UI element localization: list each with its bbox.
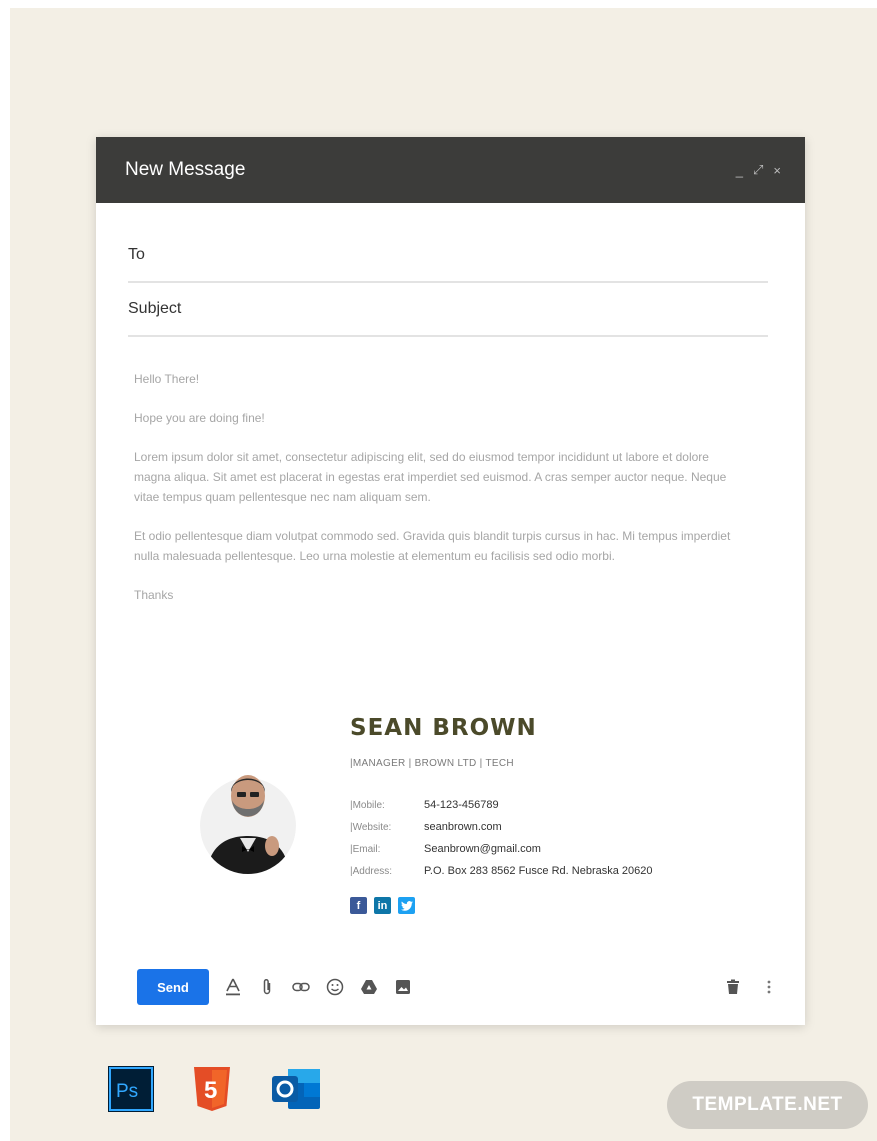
signature-role: |MANAGER | BROWN LTD | TECH (350, 758, 514, 769)
contact-value: P.O. Box 283 8562 Fusce Rd. Nebraska 206… (424, 865, 653, 877)
contact-value-link[interactable]: seanbrown.com (424, 821, 502, 833)
send-button[interactable]: Send (137, 969, 209, 1005)
toolbar-right (723, 977, 779, 997)
contact-value: 54-123-456789 (424, 799, 499, 811)
emoji-icon[interactable] (325, 977, 345, 997)
avatar (200, 762, 296, 874)
message-body[interactable]: Hello There! Hope you are doing fine! Lo… (134, 369, 744, 624)
contact-row-mobile: |Mobile: 54-123-456789 (350, 794, 653, 816)
photoshop-icon: Ps (108, 1066, 154, 1112)
to-label: To (128, 246, 145, 263)
subject-input[interactable] (208, 294, 768, 324)
subject-field: Subject (128, 283, 768, 337)
twitter-bird-icon (400, 900, 413, 911)
avatar-photo (200, 762, 296, 874)
facebook-icon[interactable]: f (350, 897, 367, 914)
attach-icon[interactable] (257, 977, 277, 997)
contact-key: |Address: (350, 865, 393, 877)
social-links: f in (350, 897, 415, 914)
compose-title: New Message (125, 159, 246, 180)
link-icon[interactable] (291, 977, 311, 997)
drive-icon[interactable] (359, 977, 379, 997)
subject-label: Subject (128, 300, 182, 317)
formatting-tools (223, 977, 413, 997)
contact-key: |Mobile: (350, 799, 385, 811)
contact-value-link[interactable]: Seanbrown@gmail.com (424, 843, 541, 855)
body-line: Hope you are doing fine! (134, 411, 265, 425)
compose-toolbar: Send (137, 969, 779, 1005)
svg-text:5: 5 (204, 1077, 217, 1104)
body-paragraph-1: Lorem ipsum dolor sit amet, consectetur … (134, 450, 727, 504)
contact-key: |Website: (350, 821, 392, 833)
app-format-icons: Ps 5 (108, 1066, 322, 1112)
email-signature: SEAN BROWN |MANAGER | BROWN LTD | TECH |… (96, 715, 805, 915)
signature-name: SEAN BROWN (350, 715, 537, 741)
html5-icon: 5 (194, 1067, 230, 1111)
signature-contact-list: |Mobile: 54-123-456789 |Website: seanbro… (350, 794, 653, 882)
closing-text: Thanks (134, 588, 174, 602)
trash-icon[interactable] (723, 977, 743, 997)
linkedin-icon[interactable]: in (374, 897, 391, 914)
contact-row-website: |Website: seanbrown.com (350, 816, 653, 838)
body-paragraph-2: Et odio pellentesque diam volutpat commo… (134, 529, 731, 563)
minimize-icon[interactable]: _ (736, 163, 743, 178)
svg-text:Ps: Ps (116, 1081, 138, 1102)
twitter-icon[interactable] (398, 897, 415, 914)
image-icon[interactable] (393, 977, 413, 997)
more-options-icon[interactable] (759, 977, 779, 997)
contact-row-email: |Email: Seanbrown@gmail.com (350, 838, 653, 860)
contact-key: |Email: (350, 843, 381, 855)
template-net-badge[interactable]: TEMPLATE.NET (667, 1081, 868, 1129)
contact-row-address: |Address: P.O. Box 283 8562 Fusce Rd. Ne… (350, 860, 653, 882)
compose-window: New Message _ ⤢ × To Subject Hello There… (96, 137, 805, 1025)
to-field: To (128, 229, 768, 283)
window-controls: _ ⤢ × (736, 162, 781, 178)
greeting-text: Hello There! (134, 372, 200, 386)
expand-icon[interactable]: ⤢ (753, 162, 763, 178)
to-input[interactable] (208, 240, 768, 270)
compose-titlebar: New Message _ ⤢ × (96, 137, 805, 203)
close-icon[interactable]: × (773, 163, 781, 178)
outlook-icon (272, 1069, 320, 1109)
format-text-icon[interactable] (223, 977, 243, 997)
